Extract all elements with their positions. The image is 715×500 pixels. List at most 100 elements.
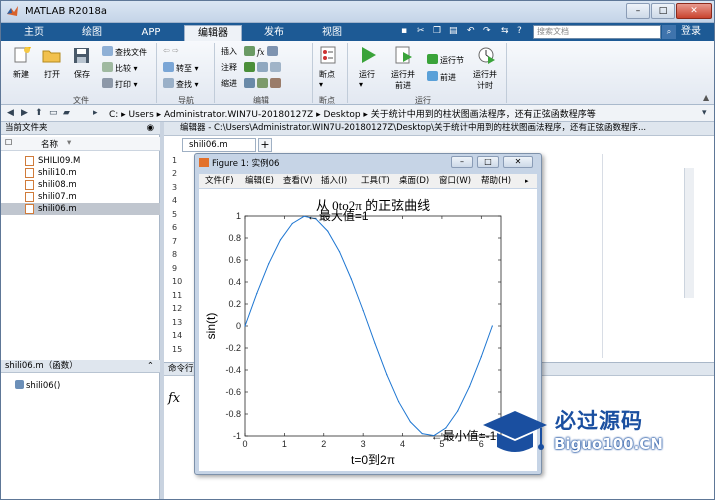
tab-plots[interactable]: 绘图 xyxy=(64,25,120,41)
minimize-button[interactable]: – xyxy=(626,3,650,19)
compare-icon xyxy=(102,62,113,72)
line-number: 9 xyxy=(172,264,178,273)
line-number: 10 xyxy=(172,277,183,286)
breakpoints-button[interactable]: 断点 ▾ xyxy=(319,69,335,89)
run-advance-button[interactable]: 运行并 前进 xyxy=(391,69,415,91)
forward-icon[interactable]: ▶ xyxy=(21,108,28,118)
save-icon[interactable] xyxy=(71,45,93,65)
group-separator xyxy=(214,43,215,103)
tab-editor[interactable]: 编辑器 xyxy=(184,25,242,41)
menu-file[interactable]: 文件(F) xyxy=(205,174,234,188)
new-button[interactable]: 新建 xyxy=(13,69,29,80)
open-folder-icon[interactable] xyxy=(41,45,63,65)
redo-quick-icon[interactable]: ↷ xyxy=(483,26,491,36)
path-dropdown-icon[interactable]: ▾ xyxy=(702,108,707,118)
panel-menu-icon[interactable]: ◉ xyxy=(147,122,154,134)
menu-overflow-icon[interactable]: ▸ xyxy=(525,174,529,188)
menu-tools[interactable]: 工具(T) xyxy=(361,174,390,188)
line-number: 13 xyxy=(172,318,183,327)
data-point xyxy=(279,239,282,241)
group-separator xyxy=(347,43,348,103)
close-button[interactable]: ✕ xyxy=(676,3,712,19)
help-quick-icon[interactable]: ? xyxy=(517,26,522,36)
file-item[interactable]: SHILI09.M xyxy=(1,155,160,167)
file-item[interactable]: shili07.m xyxy=(1,191,160,203)
tab-apps[interactable]: APP xyxy=(123,25,179,41)
run-section-button[interactable]: 运行节 xyxy=(427,54,464,66)
name-column-header[interactable]: ☐ 名称 ▾ xyxy=(1,137,160,151)
data-point xyxy=(327,230,329,232)
function-item[interactable]: shili06() xyxy=(15,380,60,391)
search-icon[interactable]: ⌕ xyxy=(662,25,676,39)
new-tab-button[interactable]: + xyxy=(258,138,272,152)
compare-button[interactable]: 比较 ▾ xyxy=(102,62,138,74)
file-item[interactable]: shili08.m xyxy=(1,179,160,191)
cut-quick-icon[interactable]: ✂ xyxy=(417,26,425,36)
insert-button[interactable]: 插入 xyxy=(221,46,237,57)
find-files-button[interactable]: 查找文件 xyxy=(102,46,147,58)
open-button[interactable]: 打开 xyxy=(44,69,60,80)
run-button[interactable]: 运行 ▾ xyxy=(359,69,375,89)
figure-minimize-button[interactable]: – xyxy=(451,156,473,168)
browse-folder-icon[interactable]: ▭ xyxy=(49,108,58,118)
run-time-button[interactable]: 运行并 计时 xyxy=(473,69,497,91)
file-item-selected[interactable]: shili06.m xyxy=(1,203,160,215)
run-time-icon[interactable] xyxy=(475,45,497,65)
details-header[interactable]: shili06.m（函数） ⌃ xyxy=(1,360,160,373)
menu-insert[interactable]: 插入(I) xyxy=(321,174,347,188)
figure-maximize-button[interactable]: □ xyxy=(477,156,499,168)
m-file-icon xyxy=(25,204,34,214)
run-icon[interactable] xyxy=(357,45,379,65)
data-point xyxy=(374,342,376,344)
menu-window[interactable]: 窗口(W) xyxy=(439,174,471,188)
login-button[interactable]: 登录 xyxy=(681,25,701,39)
find-button[interactable]: 查找 ▾ xyxy=(163,78,199,90)
edit-icons-row3[interactable] xyxy=(244,78,283,89)
tab-home[interactable]: 主页 xyxy=(7,25,61,41)
save-quick-icon[interactable]: ▪ xyxy=(401,26,407,36)
data-point xyxy=(480,356,482,358)
switch-window-icon[interactable]: ⇆ xyxy=(501,26,509,36)
x-axis-label: t=0到2π xyxy=(351,453,395,467)
menu-desktop[interactable]: 桌面(D) xyxy=(399,174,429,188)
back-icon[interactable]: ◀ xyxy=(7,108,14,118)
copy-quick-icon[interactable]: ❐ xyxy=(433,26,441,36)
nav-back-forward[interactable]: ⇦ ⇨ xyxy=(163,46,179,55)
menu-edit[interactable]: 编辑(E) xyxy=(245,174,274,188)
indent-button[interactable]: 缩进 xyxy=(221,78,237,89)
collapse-details-icon[interactable]: ⌃ xyxy=(147,360,154,372)
editor-tab-shili06[interactable]: shili06.m xyxy=(182,138,256,152)
wrap-icon xyxy=(270,62,281,72)
menu-view[interactable]: 查看(V) xyxy=(283,174,312,188)
file-item[interactable]: shili10.m xyxy=(1,167,160,179)
tab-view[interactable]: 视图 xyxy=(304,25,360,41)
print-button[interactable]: 打印 ▾ xyxy=(102,78,138,90)
figure-close-button[interactable]: ✕ xyxy=(503,156,533,168)
current-path[interactable]: C: ▸ Users ▸ Administrator.WIN7U-2018012… xyxy=(109,107,596,120)
run-advance-icon[interactable] xyxy=(393,45,415,65)
insert-section-icon xyxy=(244,46,255,56)
current-folder-header: 当前文件夹 ◉ xyxy=(1,122,160,135)
up-folder-icon[interactable]: ⬆ xyxy=(35,108,43,118)
paste-quick-icon[interactable]: ▤ xyxy=(449,26,458,36)
advance-button[interactable]: 前进 xyxy=(427,71,456,83)
edit-icons-row1[interactable]: fx xyxy=(244,46,280,57)
save-button[interactable]: 保存 xyxy=(74,69,90,80)
editor-ribbon: 新建 打开 保存 查找文件 比较 ▾ 打印 ▾ 文件 ⇦ ⇨ 转至 ▾ 查找 ▾… xyxy=(1,41,714,105)
collapse-ribbon-icon[interactable]: ▲ xyxy=(703,93,709,102)
breakpoints-icon[interactable] xyxy=(317,45,339,65)
edit-icons-row2[interactable] xyxy=(244,62,283,73)
comment-button[interactable]: 注释 xyxy=(221,62,237,73)
new-file-icon[interactable] xyxy=(11,45,33,65)
data-point xyxy=(256,292,258,295)
maximize-button[interactable]: □ xyxy=(651,3,675,19)
editor-scrollbar[interactable] xyxy=(684,168,694,298)
m-file-icon xyxy=(25,156,34,166)
y-axis-label: sin(t) xyxy=(204,313,218,340)
goto-button[interactable]: 转至 ▾ xyxy=(163,62,199,74)
menu-help[interactable]: 帮助(H) xyxy=(481,174,511,188)
search-input[interactable]: 搜索文档 xyxy=(533,25,661,39)
tab-publish[interactable]: 发布 xyxy=(247,25,301,41)
undo-quick-icon[interactable]: ↶ xyxy=(467,26,475,36)
figure-icon xyxy=(199,158,209,167)
